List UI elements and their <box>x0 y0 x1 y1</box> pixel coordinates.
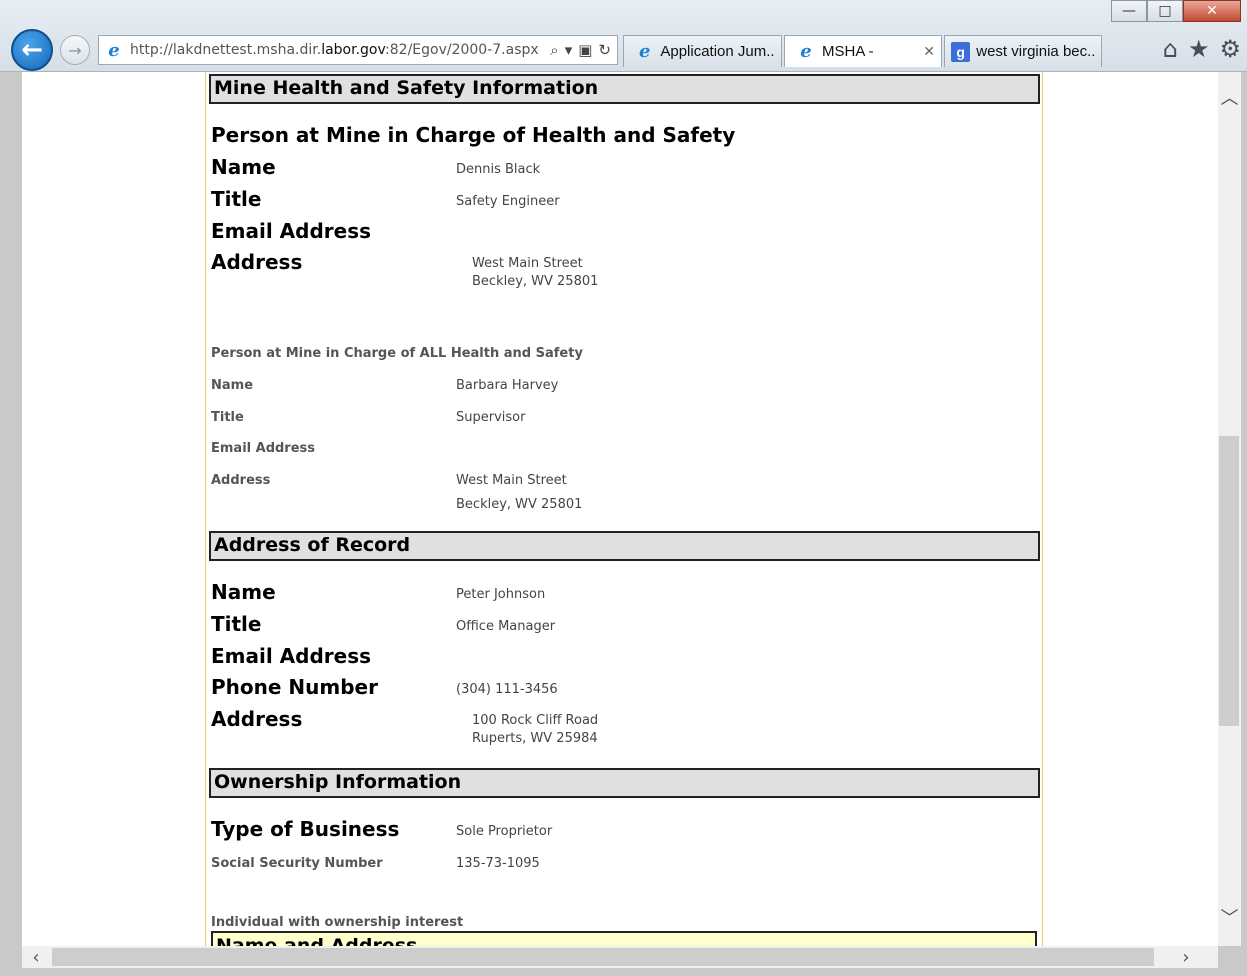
dropdown-icon[interactable]: ▾ <box>565 41 573 59</box>
individual-ownership-label: Individual with ownership interest <box>211 915 464 930</box>
tab-label: Application Jum... <box>660 43 775 60</box>
email-label: Email Address <box>211 219 372 243</box>
ssn-label: Social Security Number <box>211 856 383 871</box>
arrow-right-icon: → <box>68 40 82 60</box>
close-window-button[interactable]: ✕ <box>1183 0 1241 22</box>
person-in-charge-name: Dennis Black <box>456 162 541 177</box>
forward-button[interactable]: → <box>60 35 90 65</box>
address-line-1: West Main Street <box>472 256 583 271</box>
address-line-1: West Main Street <box>456 473 567 488</box>
name-label: Name <box>211 378 254 393</box>
address-bar-icons: ⌕ ▾ ▣ ↻ <box>550 41 617 59</box>
tab-label: MSHA - <box>822 43 874 60</box>
page-viewport: Mine Health and Safety Information Perso… <box>22 72 1218 946</box>
email-label: Email Address <box>211 644 372 668</box>
name-label: Name <box>211 155 276 179</box>
url-domain: labor.gov <box>321 42 386 58</box>
horizontal-scrollbar[interactable]: ‹ › <box>22 946 1218 968</box>
business-type-value: Sole Proprietor <box>456 824 553 839</box>
browser-chrome: — □ ✕ ← → e http://lakdnettest.msha.dir.… <box>0 0 1247 72</box>
record-phone: (304) 111-3456 <box>456 682 558 697</box>
form-page: Mine Health and Safety Information Perso… <box>205 72 1043 946</box>
vertical-scrollbar[interactable]: ︿ ﹀ <box>1218 72 1241 946</box>
compatibility-view-icon[interactable]: ▣ <box>578 41 592 59</box>
person-all-name: Barbara Harvey <box>456 378 559 393</box>
business-type-label: Type of Business <box>211 817 400 841</box>
toolbar-icons: ⌂ ★ ⚙ <box>1163 35 1241 63</box>
arrow-left-icon: ← <box>21 35 43 65</box>
window-controls: — □ ✕ <box>1111 0 1241 22</box>
tab-application-jump[interactable]: e Application Jum... <box>623 35 782 67</box>
address-line-2: Beckley, WV 25801 <box>472 274 599 289</box>
maximize-button[interactable]: □ <box>1147 0 1183 22</box>
tab-google-search[interactable]: g west virginia bec... <box>944 35 1102 67</box>
favorites-star-icon[interactable]: ★ <box>1188 35 1210 63</box>
search-icon[interactable]: ⌕ <box>550 41 558 59</box>
tab-msha[interactable]: e MSHA - ✕ <box>784 35 942 67</box>
address-line-1: 100 Rock Cliff Road <box>472 713 599 728</box>
email-label: Email Address <box>211 441 316 456</box>
person-in-charge-job-title: Safety Engineer <box>456 194 560 209</box>
scroll-up-icon[interactable]: ︿ <box>1218 82 1241 112</box>
address-label: Address <box>211 473 271 488</box>
scroll-down-icon[interactable]: ﹀ <box>1218 902 1241 932</box>
horizontal-scroll-thumb[interactable] <box>52 948 1154 966</box>
phone-label: Phone Number <box>211 675 378 699</box>
home-icon[interactable]: ⌂ <box>1163 35 1178 63</box>
person-in-charge-title: Person at Mine in Charge of Health and S… <box>211 123 736 147</box>
scroll-right-icon[interactable]: › <box>1172 946 1200 968</box>
minimize-button[interactable]: — <box>1111 0 1147 22</box>
tab-label: west virginia bec... <box>976 43 1095 60</box>
refresh-icon[interactable]: ↻ <box>598 41 611 59</box>
address-label: Address <box>211 250 303 274</box>
close-tab-icon[interactable]: ✕ <box>923 44 935 60</box>
url-text[interactable]: http://lakdnettest.msha.dir.labor.gov:82… <box>130 42 539 58</box>
vertical-scroll-thumb[interactable] <box>1219 436 1239 726</box>
title-label: Title <box>211 187 262 211</box>
name-and-address-header: Name and Address <box>211 931 1037 946</box>
google-icon: g <box>951 41 971 62</box>
ssn-value: 135-73-1095 <box>456 856 540 871</box>
address-label: Address <box>211 707 303 731</box>
address-bar[interactable]: e http://lakdnettest.msha.dir.labor.gov:… <box>98 35 618 65</box>
gear-icon[interactable]: ⚙ <box>1219 35 1241 63</box>
ie-tab-icon: e <box>638 41 651 62</box>
address-line-2: Ruperts, WV 25984 <box>472 731 598 746</box>
url-prefix: http://lakdnettest.msha.dir. <box>130 42 322 58</box>
ie-tab-icon: e <box>800 41 812 62</box>
scroll-left-icon[interactable]: ‹ <box>22 946 50 968</box>
name-label: Name <box>211 580 276 604</box>
section-header-address-of-record: Address of Record <box>209 531 1040 561</box>
address-line-2: Beckley, WV 25801 <box>456 497 583 512</box>
record-job-title: Office Manager <box>456 619 556 634</box>
url-suffix: :82/Egov/2000-7.aspx <box>385 42 539 58</box>
person-all-job-title: Supervisor <box>456 410 526 425</box>
ie-page-icon: e <box>108 39 120 61</box>
person-all-title: Person at Mine in Charge of ALL Health a… <box>211 346 583 361</box>
back-button[interactable]: ← <box>11 29 53 71</box>
record-name: Peter Johnson <box>456 587 546 602</box>
section-header-ownership: Ownership Information <box>209 768 1040 798</box>
title-label: Title <box>211 612 262 636</box>
section-header-mine-health: Mine Health and Safety Information <box>209 74 1040 104</box>
title-label: Title <box>211 410 244 425</box>
